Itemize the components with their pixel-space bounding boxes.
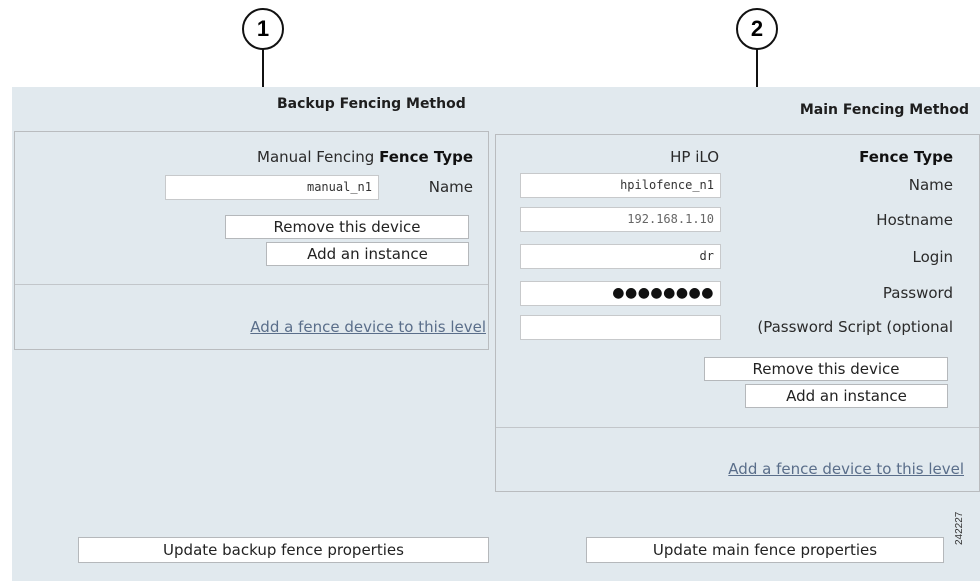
- main-password-script-label: (Password Script (optional: [757, 318, 953, 336]
- backup-fence-type-row: Manual Fencing Fence Type: [257, 148, 473, 166]
- main-password-input[interactable]: ●●●●●●●●: [520, 281, 721, 306]
- main-divider: [496, 427, 979, 428]
- main-add-fence-device-link[interactable]: Add a fence device to this level: [728, 460, 964, 478]
- update-main-fence-button[interactable]: Update main fence properties: [586, 537, 944, 563]
- main-hostname-label: Hostname: [876, 211, 953, 229]
- backup-fence-type-value: Manual Fencing: [257, 148, 375, 166]
- backup-remove-device-button[interactable]: Remove this device: [225, 215, 469, 239]
- backup-name-label: Name: [428, 178, 473, 196]
- backup-fencing-heading: Backup Fencing Method: [277, 96, 466, 112]
- callout-2: 2: [736, 8, 778, 50]
- main-fence-type-value: HP iLO: [670, 148, 719, 166]
- main-name-label: Name: [908, 176, 953, 194]
- main-hostname-input[interactable]: 192.168.1.10: [520, 207, 721, 232]
- main-add-instance-button[interactable]: Add an instance: [745, 384, 948, 408]
- backup-fence-type-label: Fence Type: [379, 148, 473, 166]
- main-fence-type-label: Fence Type: [859, 148, 953, 166]
- main-login-label: Login: [912, 248, 953, 266]
- main-password-label: Password: [882, 284, 953, 302]
- main-password-script-input[interactable]: [520, 315, 721, 340]
- backup-add-instance-button[interactable]: Add an instance: [266, 242, 469, 266]
- figure-id: 242227: [954, 511, 965, 545]
- callout-1: 1: [242, 8, 284, 50]
- main-fencing-heading: Main Fencing Method: [799, 102, 969, 118]
- backup-add-fence-device-link[interactable]: Add a fence device to this level: [250, 318, 486, 336]
- main-login-input[interactable]: dr: [520, 244, 721, 269]
- backup-divider: [15, 284, 488, 285]
- backup-name-input[interactable]: manual_n1: [165, 175, 379, 200]
- main-remove-device-button[interactable]: Remove this device: [704, 357, 948, 381]
- update-backup-fence-button[interactable]: Update backup fence properties: [78, 537, 489, 563]
- main-name-input[interactable]: hpilofence_n1: [520, 173, 721, 198]
